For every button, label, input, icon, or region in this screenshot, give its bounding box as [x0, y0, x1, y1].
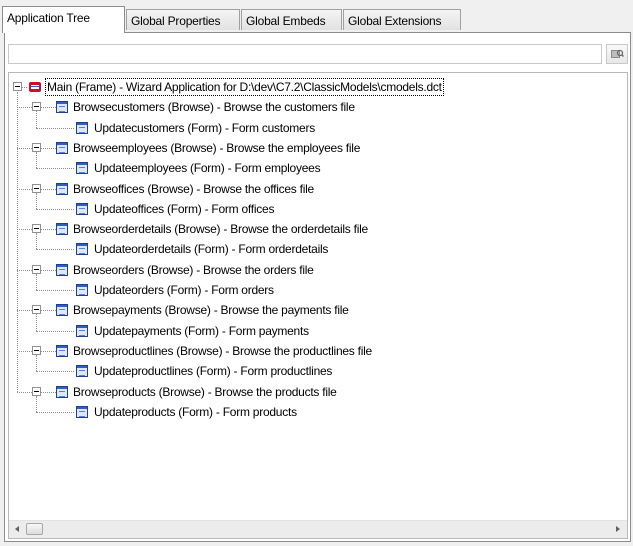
collapse-toggle[interactable] [32, 265, 41, 274]
scroll-left-arrow-icon[interactable] [15, 526, 19, 532]
form-icon [76, 325, 88, 337]
form-icon [76, 162, 88, 174]
tree-node-label: Browseemployees (Browse) - Browse the em… [73, 141, 361, 155]
tree-connector [36, 128, 74, 129]
form-icon [56, 142, 68, 154]
tree-connector [41, 189, 56, 190]
tree-node-label: Browseoffices (Browse) - Browse the offi… [73, 182, 314, 196]
application-tree[interactable]: Main (Frame) - Wizard Application for D:… [8, 72, 628, 539]
tree-connector [41, 107, 56, 108]
tree-node-label: Updateemployees (Form) - Form employees [94, 161, 321, 175]
tree-node-label: Updateproducts (Form) - Form products [94, 405, 297, 419]
tree-connector [17, 107, 32, 108]
tree-node-form[interactable]: Updateemployees (Form) - Form employees [9, 160, 624, 176]
collapse-toggle[interactable] [32, 346, 41, 355]
tree-connector [17, 229, 32, 230]
tree-node-label: Browseproductlines (Browse) - Browse the… [73, 344, 372, 358]
tree-connector [17, 351, 32, 352]
tree-connector [41, 229, 56, 230]
form-icon [56, 304, 68, 316]
collapse-toggle[interactable] [32, 143, 41, 152]
form-icon [76, 406, 88, 418]
tree-connector [22, 87, 27, 88]
tree-node-form[interactable]: Updateproducts (Form) - Form products [9, 404, 624, 420]
tab-global-properties[interactable]: Global Properties [126, 9, 240, 30]
filter-input[interactable] [8, 44, 602, 64]
tree-node-form[interactable]: Updatecustomers (Form) - Form customers [9, 120, 624, 136]
tree-node-form[interactable]: Updateorderdetails (Form) - Form orderde… [9, 241, 624, 257]
tree-connector [36, 168, 74, 169]
tree-node-label: Updateproductlines (Form) - Form product… [94, 364, 333, 378]
tab-strip: Application Tree Global Properties Globa… [2, 6, 631, 33]
form-icon [76, 122, 88, 134]
tree-node-label: Browseproducts (Browse) - Browse the pro… [73, 385, 337, 399]
tree-node-label: Browseorderdetails (Browse) - Browse the… [73, 222, 368, 236]
form-icon [56, 345, 68, 357]
form-icon [56, 183, 68, 195]
tree-connector [17, 392, 32, 393]
tree-connector [41, 270, 56, 271]
tree-node-browse[interactable]: Browseoffices (Browse) - Browse the offi… [9, 181, 624, 197]
tree-connector [41, 351, 56, 352]
tree-connector [36, 371, 74, 372]
form-icon [56, 223, 68, 235]
tree-node-label: Main (Frame) - Wizard Application for D:… [45, 78, 444, 96]
tree-node-label: Updateorderdetails (Form) - Form orderde… [94, 242, 329, 256]
collapse-toggle[interactable] [32, 387, 41, 396]
tree-node-label: Updatepayments (Form) - Form payments [94, 324, 309, 338]
tab-global-embeds[interactable]: Global Embeds [241, 9, 342, 30]
tree-node-root[interactable]: Main (Frame) - Wizard Application for D:… [9, 78, 624, 96]
form-icon [56, 101, 68, 113]
form-icon [76, 203, 88, 215]
tree-node-form[interactable]: Updatepayments (Form) - Form payments [9, 323, 624, 339]
collapse-toggle[interactable] [13, 82, 22, 91]
collapse-toggle[interactable] [32, 224, 41, 233]
tree-connector [17, 270, 32, 271]
form-icon [76, 243, 88, 255]
tree-node-form[interactable]: Updateoffices (Form) - Form offices [9, 201, 624, 217]
tree-connector [41, 392, 56, 393]
form-icon [56, 386, 68, 398]
tree-connector [17, 189, 32, 190]
tree-node-browse[interactable]: Browseorderdetails (Browse) - Browse the… [9, 221, 624, 237]
tree-node-browse[interactable]: Browseproducts (Browse) - Browse the pro… [9, 384, 624, 400]
tree-connector [36, 412, 74, 413]
tree-node-browse[interactable]: Browsepayments (Browse) - Browse the pay… [9, 302, 624, 318]
tree-node-label: Browsecustomers (Browse) - Browse the cu… [73, 100, 355, 114]
scroll-thumb[interactable] [26, 523, 43, 535]
tree-node-label: Browsepayments (Browse) - Browse the pay… [73, 303, 349, 317]
collapse-toggle[interactable] [32, 305, 41, 314]
filter-search-icon [611, 49, 625, 58]
tree-node-browse[interactable]: Browsecustomers (Browse) - Browse the cu… [9, 99, 624, 115]
tree-connector [36, 331, 74, 332]
frame-icon [29, 82, 41, 92]
scroll-right-arrow-icon[interactable] [616, 526, 620, 532]
horizontal-scrollbar[interactable] [9, 520, 627, 538]
tree-connector [17, 148, 32, 149]
collapse-toggle[interactable] [32, 102, 41, 111]
filter-button[interactable] [606, 44, 628, 64]
tree-node-form[interactable]: Updateorders (Form) - Form orders [9, 282, 624, 298]
form-icon [76, 365, 88, 377]
tree-node-browse[interactable]: Browseemployees (Browse) - Browse the em… [9, 140, 624, 156]
tree-connector [36, 209, 74, 210]
tree-connector [41, 148, 56, 149]
tree-connector [36, 290, 74, 291]
tree-node-label: Browseorders (Browse) - Browse the order… [73, 263, 314, 277]
form-icon [76, 284, 88, 296]
tree-node-browse[interactable]: Browseproductlines (Browse) - Browse the… [9, 343, 624, 359]
tab-panel: Main (Frame) - Wizard Application for D:… [4, 32, 631, 542]
tab-application-tree[interactable]: Application Tree [2, 6, 125, 33]
form-icon [56, 264, 68, 276]
tree-node-label: Updateoffices (Form) - Form offices [94, 202, 275, 216]
tab-global-extensions[interactable]: Global Extensions [343, 9, 461, 30]
tree-node-form[interactable]: Updateproductlines (Form) - Form product… [9, 363, 624, 379]
tree-node-label: Updatecustomers (Form) - Form customers [94, 121, 315, 135]
tree-node-label: Updateorders (Form) - Form orders [94, 283, 274, 297]
tree-node-browse[interactable]: Browseorders (Browse) - Browse the order… [9, 262, 624, 278]
tree-connector [17, 310, 32, 311]
tree-connector [36, 249, 74, 250]
tree-connector [41, 310, 56, 311]
collapse-toggle[interactable] [32, 184, 41, 193]
